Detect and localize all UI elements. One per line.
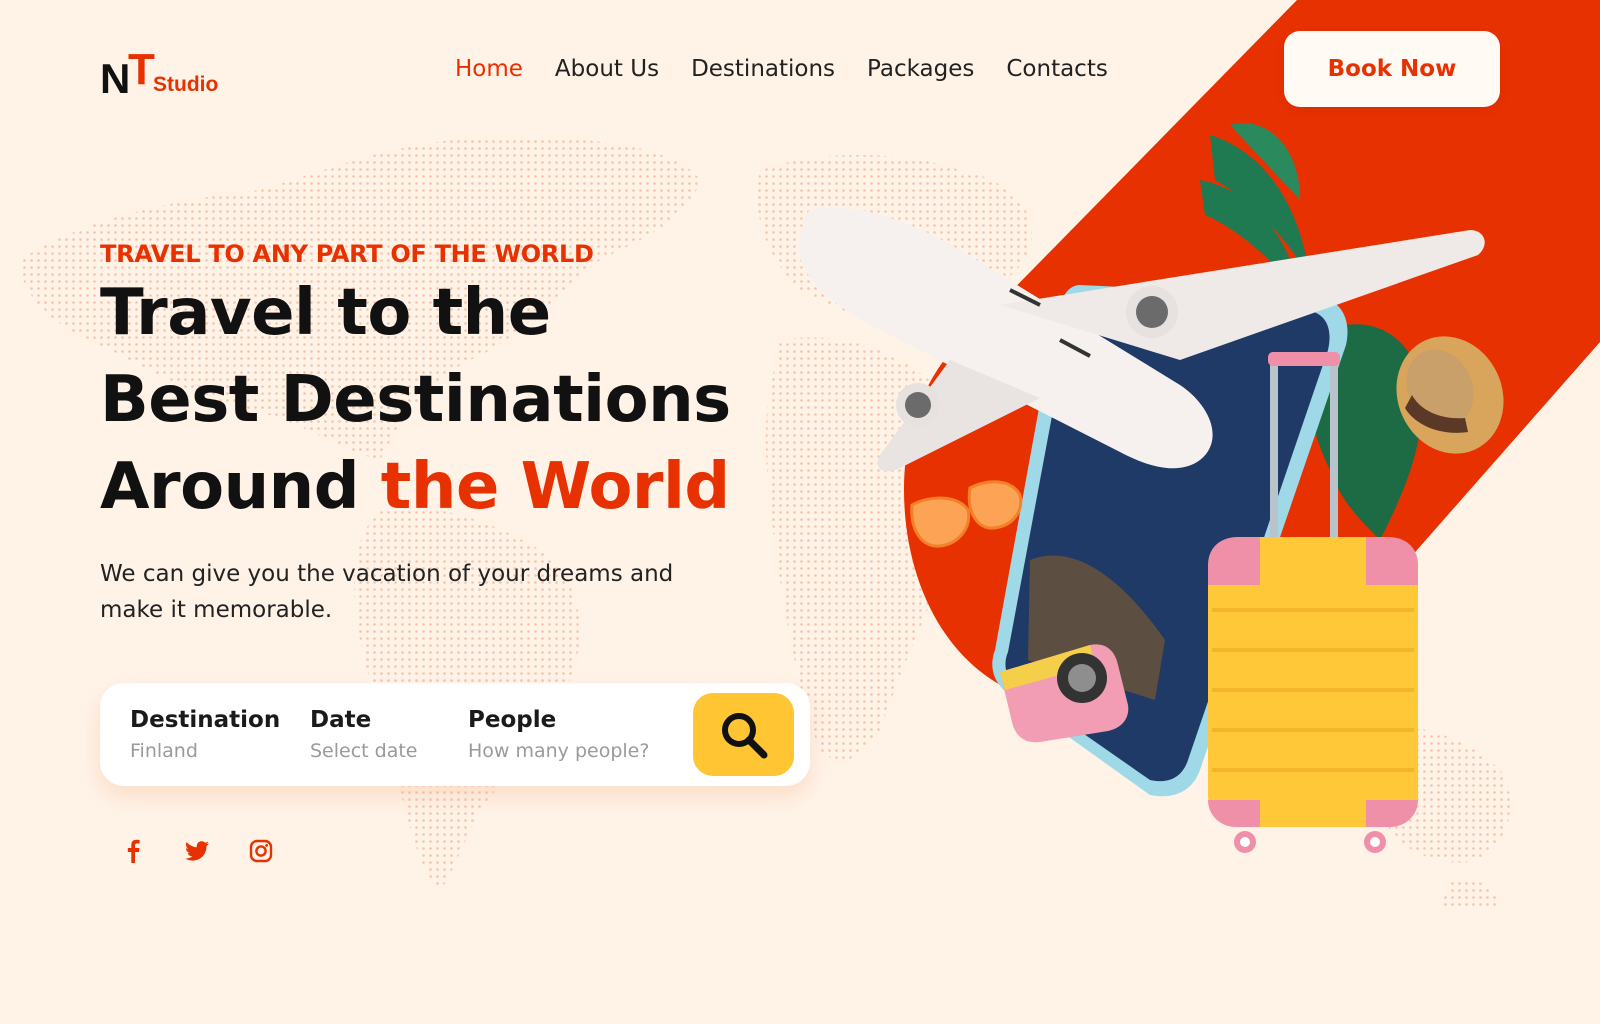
facebook-icon bbox=[127, 839, 140, 863]
logo-studio-text: Studio bbox=[153, 73, 219, 96]
nav-item-about-us[interactable]: About Us bbox=[555, 54, 659, 84]
facebook-link[interactable] bbox=[118, 836, 148, 866]
nav-item-destinations[interactable]: Destinations bbox=[691, 54, 835, 84]
book-now-button[interactable]: Book Now bbox=[1284, 31, 1500, 107]
destination-input[interactable] bbox=[130, 739, 280, 763]
search-button[interactable] bbox=[693, 693, 794, 776]
nav-item-home[interactable]: Home bbox=[455, 54, 523, 84]
headline-accent: the World bbox=[380, 450, 730, 524]
main-nav: Home About Us Destinations Packages Cont… bbox=[455, 54, 1140, 84]
headline-line-2: Best Destinations bbox=[100, 363, 731, 437]
hero-eyebrow: TRAVEL TO ANY PART OF THE WORLD bbox=[100, 240, 594, 268]
search-card: Destination Date People bbox=[100, 683, 810, 786]
hero-headline: Travel to the Best Destinations Around t… bbox=[100, 270, 731, 531]
date-input[interactable] bbox=[310, 739, 450, 763]
twitter-link[interactable] bbox=[182, 836, 212, 866]
logo-letter-n: N bbox=[100, 55, 130, 102]
instagram-link[interactable] bbox=[246, 836, 276, 866]
brand-logo[interactable]: N T Studio bbox=[100, 44, 230, 100]
social-links bbox=[118, 836, 310, 866]
date-field: Date bbox=[310, 705, 450, 763]
hero-subtext: We can give you the vacation of your dre… bbox=[100, 561, 674, 623]
instagram-icon bbox=[249, 839, 273, 863]
date-label: Date bbox=[310, 707, 372, 733]
landing-page: N T Studio Home About Us Destinations Pa… bbox=[0, 0, 1600, 1024]
headline-line-1: Travel to the bbox=[100, 276, 551, 350]
twitter-icon bbox=[185, 841, 209, 861]
people-input[interactable] bbox=[468, 739, 678, 763]
nav-item-contacts[interactable]: Contacts bbox=[1006, 54, 1107, 84]
people-label: People bbox=[468, 707, 557, 733]
headline-line-3: Around bbox=[100, 450, 381, 524]
destination-field: Destination bbox=[130, 705, 280, 763]
nav-item-packages[interactable]: Packages bbox=[867, 54, 974, 84]
people-field: People bbox=[468, 705, 678, 763]
destination-label: Destination bbox=[130, 707, 281, 733]
logo-letter-t: T bbox=[128, 45, 155, 94]
search-icon bbox=[721, 712, 767, 758]
